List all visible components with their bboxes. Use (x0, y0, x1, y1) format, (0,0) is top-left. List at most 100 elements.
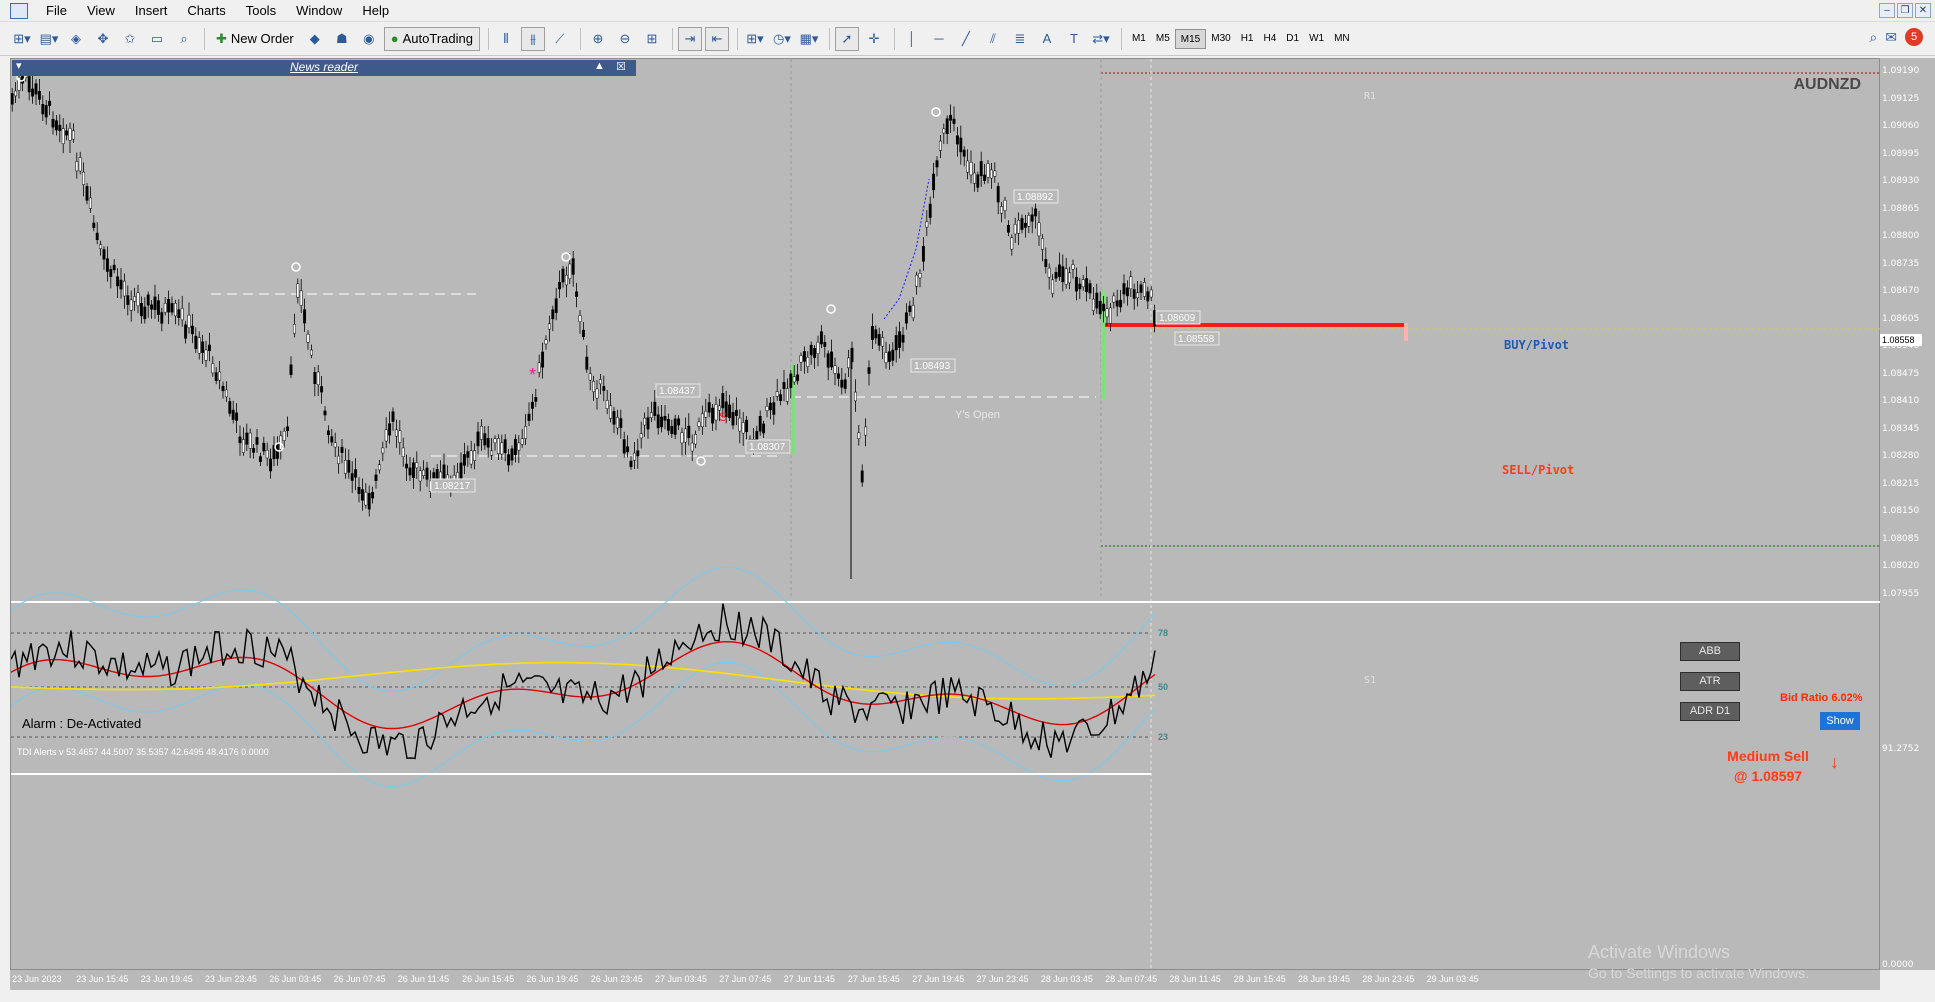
auto-scroll-icon[interactable]: ⇥ (677, 26, 702, 51)
arrows-icon[interactable]: ⇄▾ (1089, 27, 1113, 51)
menu-view[interactable]: View (77, 0, 125, 22)
candle (238, 436, 242, 444)
candle (388, 423, 392, 436)
candle (1064, 268, 1068, 285)
vertical-line-icon[interactable]: │ (900, 27, 924, 51)
new-order-button[interactable]: ✚ New Order (210, 27, 300, 51)
trendline-icon[interactable]: ╱ (954, 27, 978, 51)
menu-tools[interactable]: Tools (236, 0, 286, 22)
candle (605, 400, 609, 409)
candle (932, 173, 936, 191)
timeframe-m5[interactable]: M5 (1151, 29, 1175, 49)
candle (915, 274, 919, 287)
line-chart-icon[interactable]: ⟋ (548, 27, 572, 51)
timeframe-mn[interactable]: MN (1329, 29, 1355, 49)
candle (496, 438, 500, 455)
timeframe-h1[interactable]: H1 (1236, 29, 1259, 49)
minimize-icon[interactable]: – (1879, 3, 1895, 18)
candle (870, 325, 874, 340)
candlestick-icon[interactable]: ⫵ (520, 26, 545, 51)
navigator-icon[interactable]: ✩ (118, 27, 142, 51)
timeframe-m1[interactable]: M1 (1127, 29, 1151, 49)
price-chart[interactable]: 1.08892 1.08609 1.08558 1.08493 1.08437 1.083… (11, 59, 1881, 971)
timeframe-m15[interactable]: M15 (1174, 28, 1207, 49)
text-icon[interactable]: A (1035, 27, 1059, 51)
candle (785, 388, 789, 402)
indicators-icon[interactable]: ⊞▾ (743, 27, 767, 51)
news-close-icon[interactable]: ☒ (616, 60, 626, 73)
profiles-icon[interactable]: ▤▾ (37, 27, 61, 51)
candle (41, 104, 45, 115)
signals-icon[interactable]: ☗ (330, 27, 354, 51)
data-window-icon[interactable]: ✥ (91, 27, 115, 51)
candle (381, 447, 385, 454)
tester-icon[interactable]: ⌕ (172, 27, 196, 51)
channel-icon[interactable]: ⫽ (981, 27, 1005, 51)
zoom-out-icon[interactable]: ⊖ (613, 27, 637, 51)
timeframe-h4[interactable]: H4 (1258, 29, 1281, 49)
down-arrow-icon: ↓ (1830, 752, 1839, 772)
fibonacci-icon[interactable]: ≣ (1008, 27, 1032, 51)
time-axis-label: 26 Jun 15:45 (462, 974, 515, 984)
timeframe-w1[interactable]: W1 (1304, 29, 1329, 49)
timeframe-d1[interactable]: D1 (1281, 29, 1304, 49)
candle (330, 436, 334, 443)
autotrading-button[interactable]: ● AutoTrading (383, 26, 480, 51)
candle (306, 333, 310, 343)
candle (207, 344, 211, 351)
show-button[interactable]: Show (1820, 712, 1860, 730)
news-reader-title[interactable]: News reader (290, 60, 358, 74)
candle (282, 430, 286, 441)
candle (1108, 307, 1112, 324)
current-price-label: 1.08558 (1880, 334, 1922, 346)
new-chart-icon[interactable]: ⊞▾ (10, 27, 34, 51)
timeframe-m30[interactable]: M30 (1206, 29, 1235, 49)
text-label-icon[interactable]: T (1062, 27, 1086, 51)
cursor-icon[interactable]: ➚ (834, 26, 859, 51)
metaeditor-icon[interactable]: ◆ (303, 27, 327, 51)
time-axis-label: 23 Jun 2023 (12, 974, 62, 984)
tile-windows-icon[interactable]: ⊞ (640, 27, 664, 51)
candle (925, 221, 929, 228)
candle (228, 401, 232, 414)
templates-icon[interactable]: ▦▾ (797, 27, 821, 51)
menu-file[interactable]: File (36, 0, 77, 22)
price-axis[interactable]: 1.09190 1.09125 1.09060 1.08995 1.08930 1.088… (1880, 58, 1935, 970)
price-axis-label: 1.08735 (1882, 258, 1920, 269)
horizontal-line-icon[interactable]: ─ (927, 27, 951, 51)
periods-icon[interactable]: ◷▾ (770, 27, 794, 51)
news-reader-bar[interactable]: ▾ News reader ▲ ☒ (12, 60, 636, 76)
chart-shift-icon[interactable]: ⇤ (704, 26, 729, 51)
collapse-icon[interactable]: ▾ (16, 59, 22, 72)
menu-help[interactable]: Help (352, 0, 399, 22)
vps-icon[interactable]: ◉ (357, 27, 381, 51)
candle (711, 407, 715, 424)
terminal-icon[interactable]: ▭ (145, 27, 169, 51)
scroll-up-icon[interactable]: ▲ (594, 60, 605, 72)
chart-window[interactable]: 1.08892 1.08609 1.08558 1.08493 1.08437 1.083… (10, 58, 1881, 971)
adr-d1-button[interactable]: ADR D1 (1680, 702, 1740, 721)
notification-badge[interactable]: 5 (1905, 28, 1923, 46)
search-icon[interactable]: ⌕ (1869, 29, 1877, 46)
bar-chart-icon[interactable]: ⫴ (494, 27, 518, 51)
candle (513, 438, 517, 455)
candle (554, 298, 558, 313)
price-axis-label: 1.08930 (1882, 176, 1920, 186)
market-watch-icon[interactable]: ◈ (64, 27, 88, 51)
candle (163, 303, 167, 313)
restore-icon[interactable]: ❐ (1897, 3, 1913, 18)
atr-button[interactable]: ATR (1680, 672, 1740, 691)
chat-icon[interactable]: ✉ (1885, 29, 1897, 46)
tdi-price-line (11, 603, 1156, 760)
fractal-marker (291, 262, 301, 272)
crosshair-icon[interactable]: ✛ (862, 27, 886, 51)
zoom-in-icon[interactable]: ⊕ (586, 27, 610, 51)
menu-window[interactable]: Window (286, 0, 352, 22)
close-icon[interactable]: ✕ (1915, 3, 1931, 18)
menu-charts[interactable]: Charts (177, 0, 235, 22)
candle (833, 365, 837, 374)
menu-insert[interactable]: Insert (125, 0, 178, 22)
candle (68, 127, 72, 141)
abb-button[interactable]: ABB (1680, 642, 1740, 661)
candle (316, 371, 320, 385)
